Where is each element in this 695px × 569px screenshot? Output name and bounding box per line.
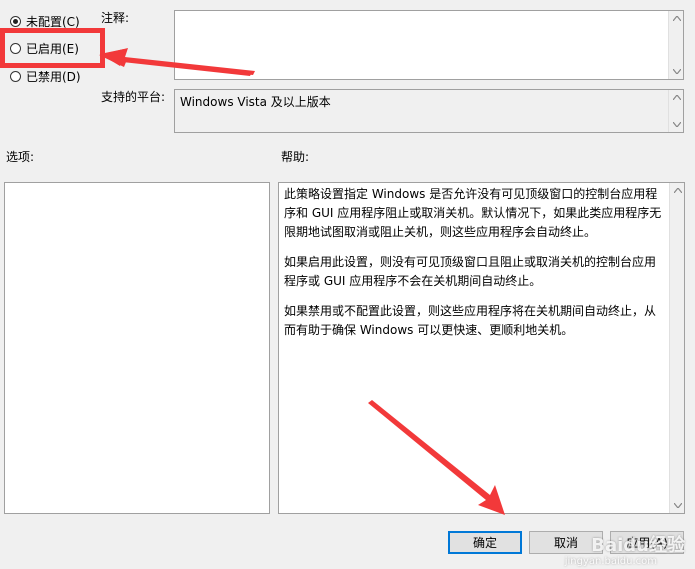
annotation-highlight-box [0, 28, 105, 68]
help-paragraph: 如果启用此设置，则没有可见顶级窗口且阻止或取消关机的控制台应用程序或 GUI 应… [284, 255, 657, 288]
radio-icon [10, 71, 21, 82]
scroll-down-icon[interactable] [670, 498, 685, 513]
supported-label: 支持的平台: [101, 90, 166, 104]
ok-button[interactable]: 确定 [448, 531, 522, 554]
help-scrollbar[interactable] [669, 183, 684, 513]
comment-label: 注释: [101, 11, 130, 25]
scroll-up-icon[interactable] [670, 183, 685, 198]
supported-scrollbar[interactable] [668, 90, 683, 132]
help-label: 帮助: [281, 150, 310, 164]
watermark-url: jingyan.baidu.com [564, 556, 657, 567]
radio-disabled[interactable]: 已禁用(D) [10, 68, 81, 85]
help-paragraph: 如果禁用或不配置此设置，则这些应用程序将在关机期间自动终止，从而有助于确保 Wi… [284, 304, 657, 337]
comment-scrollbar[interactable] [668, 11, 683, 79]
radio-disabled-label: 已禁用(D) [26, 70, 81, 84]
help-paragraph: 此策略设置指定 Windows 是否允许没有可见顶级窗口的控制台应用程序和 GU… [284, 187, 662, 239]
comment-textarea[interactable] [174, 10, 684, 80]
supported-box: Windows Vista 及以上版本 [174, 89, 684, 133]
options-label: 选项: [6, 150, 35, 164]
scroll-up-icon[interactable] [669, 90, 684, 105]
help-panel: 此策略设置指定 Windows 是否允许没有可见顶级窗口的控制台应用程序和 GU… [278, 182, 685, 514]
radio-icon [10, 16, 21, 27]
options-panel [4, 182, 270, 514]
scroll-up-icon[interactable] [669, 11, 684, 26]
supported-value: Windows Vista 及以上版本 [180, 95, 331, 109]
watermark-brand: Baidu经验 [591, 535, 685, 556]
scroll-down-icon[interactable] [669, 117, 684, 132]
help-text: 此策略设置指定 Windows 是否允许没有可见顶级窗口的控制台应用程序和 GU… [284, 185, 664, 351]
scroll-down-icon[interactable] [669, 64, 684, 79]
